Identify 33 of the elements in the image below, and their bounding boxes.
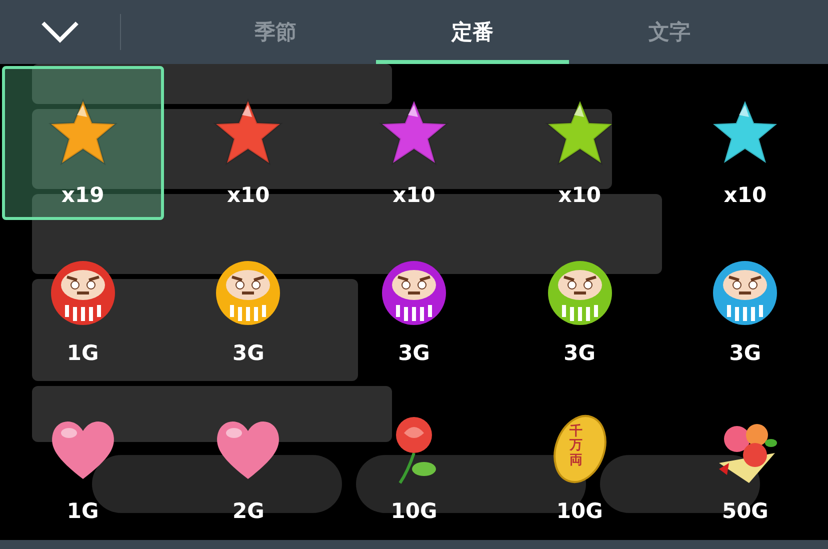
gift-item[interactable]: x10 xyxy=(333,66,495,220)
gift-price: 1G xyxy=(66,499,99,523)
gift-price: 2G xyxy=(232,499,264,523)
coin-text: 千万両 xyxy=(570,425,583,468)
gift-item[interactable]: x10 xyxy=(498,66,660,220)
gift-item[interactable]: 1G xyxy=(2,382,164,536)
gift-price: 3G xyxy=(564,341,596,365)
gift-item[interactable]: x10 xyxy=(168,66,330,220)
gift-item[interactable]: 10G xyxy=(333,382,495,536)
gift-item[interactable]: 3G xyxy=(333,224,495,378)
gift-price: 1G xyxy=(66,341,99,365)
gift-price: 50G xyxy=(722,499,768,523)
category-tab[interactable]: 定番 xyxy=(376,0,569,64)
gift-item[interactable]: 3G xyxy=(498,224,660,378)
gift-item[interactable]: 1G xyxy=(2,224,164,378)
chevron-down-icon[interactable] xyxy=(40,20,80,44)
gift-price: x10 xyxy=(227,183,270,207)
gift-price: 10G xyxy=(556,499,603,523)
gift-item[interactable]: 3G xyxy=(168,224,330,378)
gift-item[interactable]: 2G xyxy=(168,382,330,536)
gift-price: 10G xyxy=(390,499,438,523)
gift-item[interactable]: 50G xyxy=(664,382,826,536)
gift-item[interactable]: 千万両 10G xyxy=(498,382,660,536)
gift-price: 3G xyxy=(232,341,264,365)
gift-price: x10 xyxy=(392,183,436,207)
gift-price: 3G xyxy=(729,341,762,365)
gift-price: x19 xyxy=(61,183,104,207)
gift-item[interactable]: x19 xyxy=(2,66,164,220)
gift-price: 3G xyxy=(398,341,430,365)
gift-price: x10 xyxy=(724,183,767,207)
gift-price: x10 xyxy=(558,183,601,207)
gift-item[interactable]: x10 xyxy=(664,66,826,220)
gift-item[interactable]: 3G xyxy=(664,224,826,378)
